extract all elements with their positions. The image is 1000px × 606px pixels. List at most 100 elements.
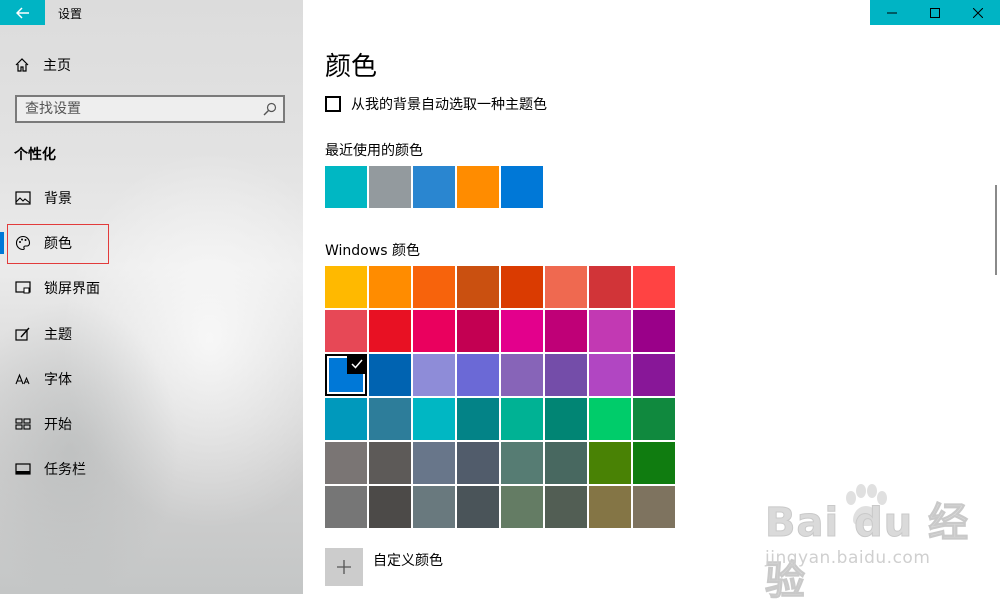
windows-colors-label: Windows 颜色 — [325, 243, 420, 259]
maximize-icon — [929, 7, 940, 18]
color-swatch[interactable] — [369, 442, 411, 484]
color-swatch[interactable] — [589, 442, 631, 484]
minimize-icon — [886, 12, 897, 13]
minimize-button[interactable] — [870, 0, 913, 25]
color-swatch[interactable] — [369, 398, 411, 440]
sidebar-item-label: 主题 — [44, 327, 72, 343]
search-icon[interactable] — [263, 102, 277, 116]
color-swatch[interactable] — [501, 442, 543, 484]
close-button[interactable] — [957, 0, 1000, 25]
color-swatch[interactable] — [457, 442, 499, 484]
font-icon — [15, 373, 30, 385]
lock-screen-icon — [15, 281, 31, 294]
color-swatch[interactable] — [545, 486, 587, 528]
nav-home-label: 主页 — [43, 58, 71, 74]
taskbar-icon — [15, 463, 31, 475]
color-swatch[interactable] — [413, 398, 455, 440]
section-heading: 个性化 — [14, 147, 56, 163]
highlight-box — [7, 224, 109, 264]
color-swatch[interactable] — [545, 310, 587, 352]
color-swatch[interactable] — [633, 266, 675, 308]
color-swatch[interactable] — [501, 266, 543, 308]
color-swatch[interactable] — [325, 398, 367, 440]
recent-color-swatch[interactable] — [413, 166, 455, 208]
color-swatch[interactable] — [545, 354, 587, 396]
page-title: 颜色 — [325, 52, 378, 82]
recent-color-swatch[interactable] — [325, 166, 367, 208]
search-box[interactable] — [15, 95, 285, 123]
color-swatch[interactable] — [589, 266, 631, 308]
color-swatch[interactable] — [369, 310, 411, 352]
color-swatch[interactable] — [633, 354, 675, 396]
color-swatch[interactable] — [369, 354, 411, 396]
color-swatch[interactable] — [589, 310, 631, 352]
color-swatch[interactable] — [633, 442, 675, 484]
recent-colors-row — [325, 166, 545, 208]
color-swatch[interactable] — [589, 486, 631, 528]
sidebar-item-lock-screen[interactable]: 锁屏界面 — [14, 277, 100, 299]
nav-home[interactable]: 主页 — [14, 54, 71, 76]
maximize-button[interactable] — [913, 0, 956, 25]
home-icon — [15, 58, 29, 72]
auto-pick-checkbox[interactable] — [325, 96, 341, 112]
sidebar-item-start[interactable]: 开始 — [14, 413, 72, 435]
sidebar-item-background[interactable]: 背景 — [14, 187, 72, 209]
color-swatch[interactable] — [369, 486, 411, 528]
custom-color-option[interactable]: 自定义颜色 — [325, 548, 443, 586]
auto-pick-option[interactable]: 从我的背景自动选取一种主题色 — [325, 94, 547, 114]
color-swatch[interactable] — [325, 442, 367, 484]
color-swatch[interactable] — [501, 486, 543, 528]
color-swatch[interactable] — [589, 354, 631, 396]
color-swatch[interactable] — [413, 442, 455, 484]
color-swatch[interactable] — [457, 486, 499, 528]
color-swatch[interactable] — [457, 266, 499, 308]
sidebar-item-taskbar[interactable]: 任务栏 — [14, 458, 86, 480]
custom-color-button[interactable] — [325, 548, 363, 586]
color-swatch[interactable] — [413, 310, 455, 352]
close-icon — [973, 7, 984, 18]
color-swatch[interactable] — [545, 398, 587, 440]
start-icon — [15, 418, 31, 430]
color-swatch[interactable] — [457, 354, 499, 396]
plus-icon — [337, 560, 351, 574]
color-swatch[interactable] — [413, 266, 455, 308]
back-arrow-icon — [15, 6, 29, 19]
color-swatch[interactable] — [633, 398, 675, 440]
color-swatch[interactable] — [501, 398, 543, 440]
window-controls — [870, 0, 1000, 25]
sidebar-item-label: 字体 — [44, 372, 72, 388]
sidebar-item-label: 锁屏界面 — [44, 281, 100, 297]
color-swatch[interactable] — [325, 310, 367, 352]
color-swatch[interactable] — [545, 442, 587, 484]
selection-indicator — [0, 232, 4, 254]
color-swatch[interactable] — [501, 354, 543, 396]
color-swatch[interactable] — [501, 310, 543, 352]
picture-icon — [15, 191, 31, 205]
color-swatch[interactable] — [325, 354, 367, 396]
checkmark-icon — [347, 354, 367, 374]
recent-color-swatch[interactable] — [457, 166, 499, 208]
color-swatch[interactable] — [325, 266, 367, 308]
scrollbar[interactable] — [995, 185, 997, 275]
sidebar-item-fonts[interactable]: 字体 — [14, 368, 72, 390]
color-swatch[interactable] — [413, 354, 455, 396]
sidebar-item-themes[interactable]: 主题 — [14, 323, 72, 345]
color-swatch[interactable] — [325, 486, 367, 528]
color-swatch[interactable] — [413, 486, 455, 528]
color-swatch[interactable] — [589, 398, 631, 440]
color-swatch[interactable] — [633, 310, 675, 352]
color-swatch[interactable] — [545, 266, 587, 308]
color-swatch[interactable] — [633, 486, 675, 528]
color-swatch[interactable] — [369, 266, 411, 308]
color-swatch[interactable] — [457, 310, 499, 352]
back-button[interactable] — [0, 0, 45, 25]
recent-colors-label: 最近使用的颜色 — [325, 143, 423, 159]
sidebar-item-label: 开始 — [44, 417, 72, 433]
color-swatch[interactable] — [457, 398, 499, 440]
app-title: 设置 — [58, 7, 83, 21]
sidebar-item-label: 任务栏 — [44, 462, 86, 478]
recent-color-swatch[interactable] — [501, 166, 543, 208]
search-input[interactable] — [25, 100, 255, 118]
recent-color-swatch[interactable] — [369, 166, 411, 208]
sidebar: 设置 主页 个性化 背景 颜色 锁屏界面 — [0, 0, 303, 594]
